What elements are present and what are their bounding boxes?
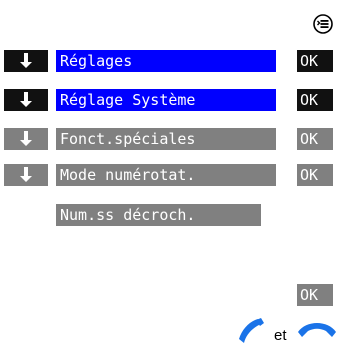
option-num-ss-decroch[interactable]: Num.ss décroch. — [56, 204, 261, 226]
menu-item-reglage-systeme[interactable]: Réglage Système — [56, 89, 276, 111]
down-arrow-icon[interactable] — [4, 164, 48, 186]
menu-item-mode-numerotat[interactable]: Mode numérotat. — [56, 164, 276, 186]
menu-item-reglages[interactable]: Réglages — [56, 50, 276, 72]
menu-list-icon[interactable] — [313, 14, 333, 34]
down-arrow-icon[interactable] — [4, 89, 48, 111]
confirm-ok-button[interactable]: OK — [297, 284, 333, 306]
handset-hangup-icon — [296, 320, 338, 340]
ok-button[interactable]: OK — [297, 50, 333, 72]
down-arrow-icon[interactable] — [4, 50, 48, 72]
handset-lift-icon — [236, 318, 266, 344]
ok-button[interactable]: OK — [297, 89, 333, 111]
menu-item-fonct-speciales[interactable]: Fonct.spéciales — [56, 128, 276, 150]
ok-button[interactable]: OK — [297, 128, 333, 150]
ok-button[interactable]: OK — [297, 164, 333, 186]
down-arrow-icon[interactable] — [4, 128, 48, 150]
footer-conjunction: et — [274, 327, 287, 344]
